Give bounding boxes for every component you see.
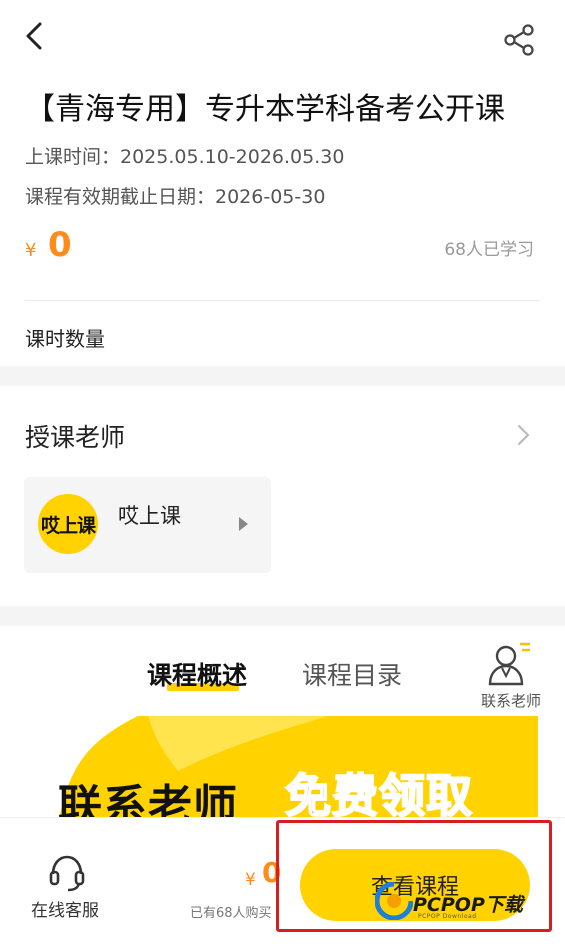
headset-icon <box>49 855 85 892</box>
teacher-more-button[interactable] <box>512 424 534 446</box>
learned-count: 68人已学习 <box>444 240 534 260</box>
contact-teacher-button[interactable] <box>486 640 534 688</box>
tab-overview[interactable]: 课程概述 <box>147 656 247 692</box>
divider <box>25 300 540 301</box>
chevron-left-icon <box>26 22 42 50</box>
teacher-contact-icon <box>488 642 530 686</box>
bought-count: 已有68人购买 <box>190 906 272 921</box>
pcpop-logo-icon <box>374 881 414 921</box>
chevron-right-icon <box>517 424 530 446</box>
price-currency: ¥ <box>25 240 37 261</box>
bottom-price-currency: ¥ <box>245 870 256 890</box>
watermark-logo <box>374 881 414 921</box>
course-price: 0 <box>48 225 72 265</box>
back-button[interactable] <box>18 18 54 54</box>
customer-service-label: 在线客服 <box>31 901 99 921</box>
valid-until: 课程有效期截止日期：2026-05-30 <box>25 186 326 208</box>
share-icon <box>504 24 534 56</box>
customer-service-button[interactable] <box>47 852 87 892</box>
class-time: 上课时间：2025.05.10-2026.05.30 <box>25 146 345 168</box>
tab-catalog[interactable]: 课程目录 <box>302 656 402 692</box>
watermark-subtext: PCPOP Download <box>418 913 477 920</box>
teacher-avatar: 哎上课 <box>38 494 98 554</box>
teacher-name: 哎上课 <box>118 504 181 528</box>
banner-text-free: 免费领取 <box>284 768 473 824</box>
contact-teacher-label: 联系老师 <box>481 692 542 710</box>
caret-right-icon <box>239 517 248 531</box>
share-button[interactable] <box>498 22 538 58</box>
teacher-section-heading: 授课老师 <box>25 423 126 452</box>
lesson-count-label: 课时数量 <box>25 327 105 351</box>
course-title: 【青海专用】专升本学科备考公开课 <box>25 92 505 127</box>
